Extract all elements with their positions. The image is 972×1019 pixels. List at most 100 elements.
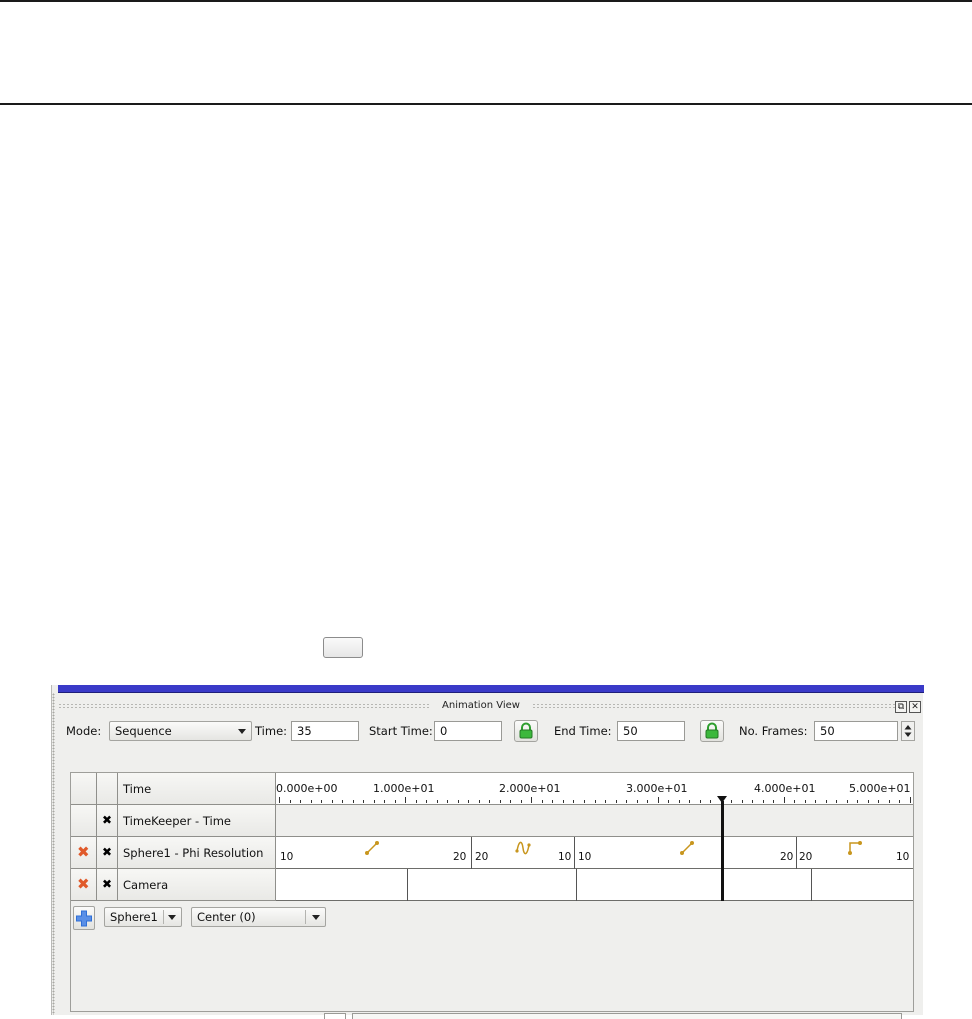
no-frames-label: No. Frames: [739,724,808,738]
mode-select[interactable]: Sequence [109,721,252,741]
ruler-tick [804,800,806,803]
ruler-tick [657,797,659,803]
track-name: TimeKeeper - Time [123,814,231,828]
keyframe-divider[interactable] [407,869,408,901]
separator-line [0,103,972,105]
close-icon[interactable]: ✕ [909,701,921,713]
ruler-tick [815,800,817,803]
spin-arrows-icon [904,725,912,737]
enabled-x-icon[interactable]: ✖ [102,845,112,859]
ruler-tick [888,800,890,803]
ruler-tick [384,800,386,803]
current-time-marker[interactable] [721,801,724,901]
row-timekeeper-label-cell[interactable]: TimeKeeper - Time [118,805,276,837]
ruler-tick [594,800,596,803]
ruler-tick [426,800,428,803]
end-time-lock-button[interactable] [700,720,724,742]
plus-icon [76,910,92,927]
ruler-tick [331,800,333,803]
track-name: Sphere1 - Phi Resolution [123,846,264,860]
ruler-tick [489,800,491,803]
keyframe-divider[interactable] [796,837,797,869]
tick-label: 5.000e+01 [849,782,911,795]
blank-button[interactable] [323,637,363,658]
property-select[interactable]: Center (0) [191,907,326,927]
camera-track[interactable] [276,869,913,901]
ruler-tick [689,800,691,803]
linear-interpolation-icon[interactable] [364,840,380,856]
header-col-delete [71,773,97,805]
tick-label: 2.000e+01 [499,782,561,795]
ruler-tick [310,800,312,803]
row-phi-label-cell[interactable]: Sphere1 - Phi Resolution [118,837,276,869]
ruler-tick [562,800,564,803]
row-camera-enable-cell[interactable]: ✖ [97,869,118,901]
ruler-tick [415,800,417,803]
ruler-tick [457,800,459,803]
keyframe-start-value: 20 [475,851,489,863]
keyframe-divider[interactable] [811,869,812,901]
keyframe-end-value: 20 [453,851,467,863]
ruler-tick [783,797,785,803]
header-col-enable [97,773,118,805]
combo-separator [305,910,306,924]
row-timekeeper-enable-cell[interactable]: ✖ [97,805,118,837]
time-label: Time: [255,724,288,738]
enabled-x-icon[interactable]: ✖ [102,813,112,827]
ruler-tick [899,800,901,803]
row-phi-delete-cell: ✖ [71,837,97,869]
lock-icon [705,722,719,739]
step-interpolation-icon[interactable] [847,840,863,856]
phi-resolution-track[interactable]: 10 20 20 10 10 20 20 10 [276,837,913,869]
ruler-tick [867,800,869,803]
delete-track-icon[interactable]: ✖ [77,876,90,892]
no-frames-input[interactable]: 50 [814,721,898,741]
ruler-tick [583,800,585,803]
row-camera-label-cell[interactable]: Camera [118,869,276,901]
timekeeper-track[interactable] [276,805,913,837]
animation-view-titlebar[interactable]: Animation View [58,699,904,713]
ruler-tick [552,800,554,803]
ruler-tick [752,800,754,803]
status-checkbox[interactable] [324,1013,346,1019]
titlebar-grip-left [58,703,430,709]
ruler-tick [731,800,733,803]
add-track-button[interactable] [73,906,95,930]
keyframe-divider[interactable] [576,869,577,901]
keyframe-start-value: 20 [799,851,813,863]
ruler-tick [794,800,796,803]
enabled-x-icon[interactable]: ✖ [102,877,112,891]
mode-label: Mode: [66,724,102,738]
row-camera-delete-cell: ✖ [71,869,97,901]
start-time-input[interactable]: 0 [434,721,502,741]
keyframe-divider[interactable] [471,837,472,869]
end-time-input[interactable]: 50 [617,721,685,741]
keyframe-divider[interactable] [574,837,575,869]
mode-select-value: Sequence [115,724,172,738]
chevron-down-icon [312,915,320,920]
no-frames-spinner[interactable] [901,721,915,741]
time-header-label: Time [123,782,152,796]
start-time-lock-button[interactable] [514,720,538,742]
status-field[interactable] [352,1013,902,1019]
time-ruler[interactable]: 0.000e+00 1.000e+01 2.000e+01 3.000e+01 … [276,773,913,805]
source-select[interactable]: Sphere1 [104,907,182,927]
restore-window-icon[interactable]: ⧉ [895,701,907,713]
dock-grip[interactable] [52,693,55,1015]
time-input[interactable]: 35 [291,721,359,741]
ruler-tick [541,800,543,803]
combo-separator [163,910,164,924]
ruler-tick [531,797,533,803]
ruler-tick [478,800,480,803]
sinusoid-interpolation-icon[interactable] [515,840,531,856]
keyframe-end-value: 10 [896,851,910,863]
delete-track-icon[interactable]: ✖ [77,844,90,860]
chevron-down-icon [168,915,176,920]
ruler-tick [678,800,680,803]
ruler-tick [510,800,512,803]
row-phi-enable-cell[interactable]: ✖ [97,837,118,869]
linear-interpolation-icon[interactable] [679,840,695,856]
start-time-label: Start Time: [369,724,433,738]
ruler-tick [279,797,280,803]
ruler-tick [762,800,764,803]
